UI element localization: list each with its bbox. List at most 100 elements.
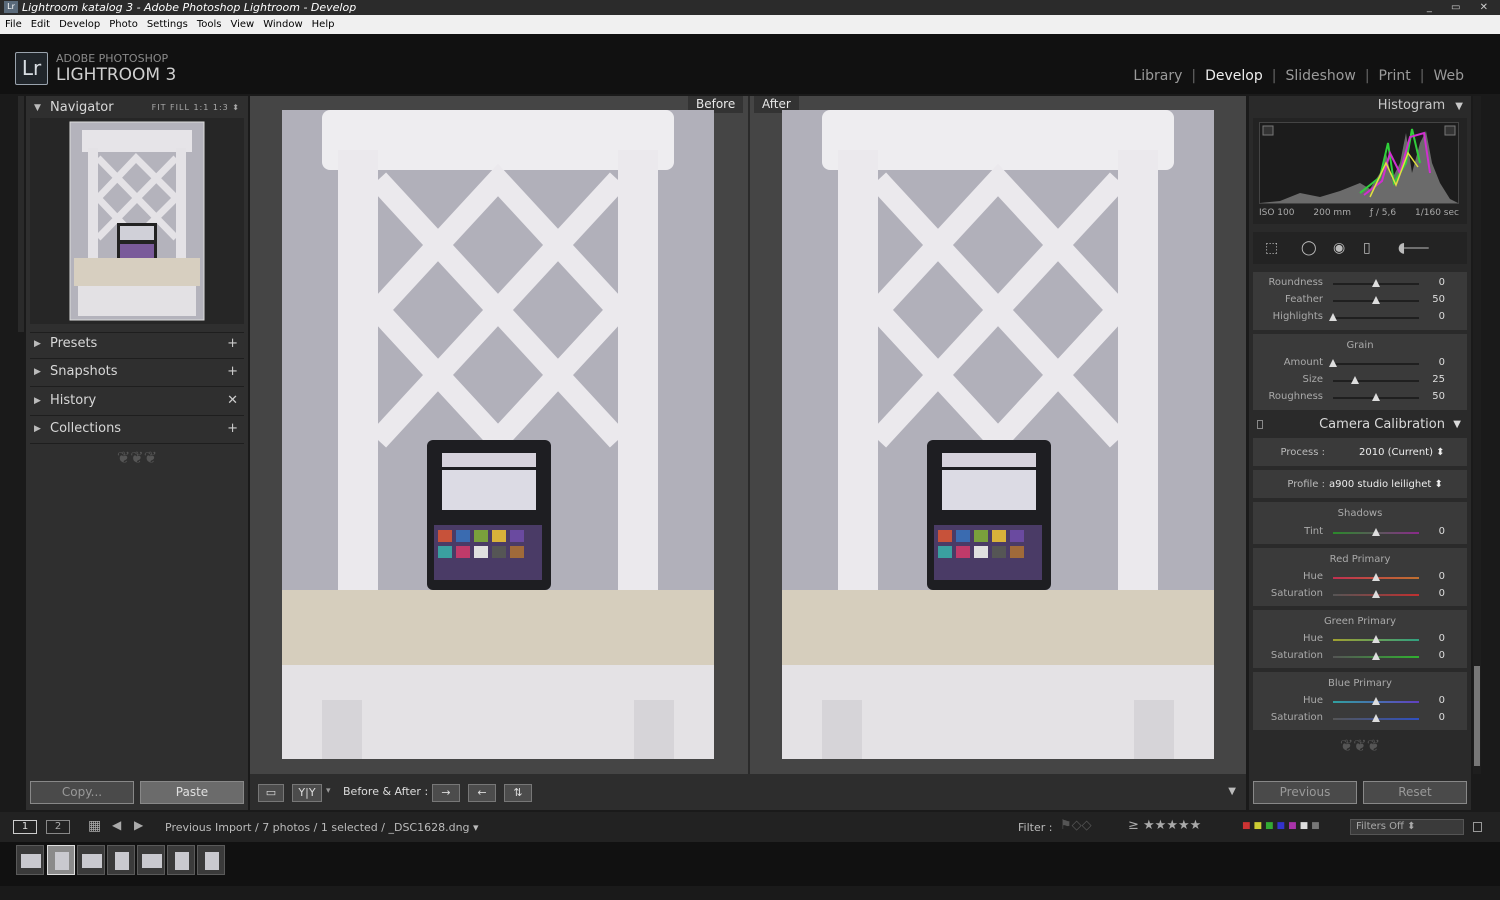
collections-panel-header[interactable]: ▶ Collections +: [26, 417, 248, 441]
slider-shadows-tint[interactable]: Tint 0: [1253, 524, 1467, 541]
menu-view[interactable]: View: [230, 15, 254, 34]
view-mode-dropdown-icon[interactable]: ▾: [326, 786, 331, 796]
slider-feather[interactable]: Feather 50: [1253, 292, 1467, 309]
filter-preset-select[interactable]: Filters Off ⬍: [1350, 819, 1464, 835]
slider-track[interactable]: [1333, 363, 1419, 365]
scrollbar-thumb[interactable]: [1474, 666, 1480, 766]
forward-arrow-icon[interactable]: ▶: [134, 818, 143, 832]
previous-button[interactable]: Previous: [1253, 781, 1357, 804]
add-snapshot-icon[interactable]: +: [227, 360, 238, 384]
histogram-header[interactable]: Histogram ▼: [1378, 96, 1463, 116]
slider-thumb[interactable]: [1372, 393, 1380, 401]
slider-thumb[interactable]: [1372, 697, 1380, 705]
menu-tools[interactable]: Tools: [197, 15, 222, 34]
module-develop[interactable]: Develop: [1205, 68, 1263, 84]
before-after-view-button[interactable]: Y|Y: [292, 784, 322, 802]
second-window-button[interactable]: 2: [46, 820, 70, 834]
filmstrip-thumbnail[interactable]: [137, 845, 165, 875]
slider-green-saturation[interactable]: Saturation 0: [1253, 648, 1467, 665]
slider-highlights[interactable]: Highlights 0: [1253, 309, 1467, 326]
main-window-button[interactable]: 1: [13, 820, 37, 834]
slider-value[interactable]: 0: [1439, 695, 1445, 706]
snapshots-panel-header[interactable]: ▶ Snapshots +: [26, 360, 248, 384]
slider-value[interactable]: 50: [1432, 391, 1445, 402]
swap-before-after-button[interactable]: ⇅: [504, 784, 532, 802]
copy-settings-button[interactable]: Copy...: [30, 781, 134, 804]
menu-edit[interactable]: Edit: [31, 15, 50, 34]
module-library[interactable]: Library: [1133, 68, 1182, 84]
filmstrip-thumbnail[interactable]: [16, 845, 44, 875]
profile-select[interactable]: a900 studio leilighet ⬍: [1329, 479, 1443, 490]
slider-value[interactable]: 0: [1439, 712, 1445, 723]
image-preview-area[interactable]: Before After: [250, 96, 1246, 774]
clear-history-icon[interactable]: ✕: [227, 389, 238, 413]
adjustment-brush-icon[interactable]: ◖——: [1398, 240, 1429, 256]
slider-value[interactable]: 25: [1432, 374, 1445, 385]
star-rating-filter[interactable]: ≥ ★★★★★: [1128, 818, 1201, 833]
right-panel-scrollbar[interactable]: [1473, 96, 1481, 774]
slider-value[interactable]: 0: [1439, 357, 1445, 368]
add-collection-icon[interactable]: +: [227, 417, 238, 441]
slider-thumb[interactable]: [1372, 279, 1380, 287]
loupe-view-button[interactable]: ▭: [258, 784, 284, 802]
slider-thumb[interactable]: [1329, 313, 1337, 321]
slider-thumb[interactable]: [1372, 296, 1380, 304]
history-panel-header[interactable]: ▶ History ✕: [26, 389, 248, 413]
module-print[interactable]: Print: [1379, 68, 1411, 84]
slider-thumb[interactable]: [1372, 528, 1380, 536]
slider-grain-roughness[interactable]: Roughness 50: [1253, 389, 1467, 406]
filmstrip-thumbnail[interactable]: [107, 845, 135, 875]
slider-value[interactable]: 0: [1439, 526, 1445, 537]
panel-toggle-switch-icon[interactable]: [1257, 420, 1263, 429]
spot-removal-icon[interactable]: ◯: [1301, 240, 1317, 256]
slider-thumb[interactable]: [1372, 652, 1380, 660]
navigator-header[interactable]: ▼ Navigator FIT FILL 1:1 1:3 ⬍: [26, 96, 248, 120]
slider-value[interactable]: 0: [1439, 633, 1445, 644]
left-panel-scrollbar[interactable]: [18, 96, 24, 332]
slider-value[interactable]: 0: [1439, 571, 1445, 582]
module-web[interactable]: Web: [1433, 68, 1464, 84]
slider-thumb[interactable]: [1372, 635, 1380, 643]
after-image[interactable]: [782, 110, 1214, 759]
slider-thumb[interactable]: [1372, 714, 1380, 722]
window-controls[interactable]: _ ▭ ✕: [1427, 0, 1496, 15]
camera-calibration-header[interactable]: Camera Calibration ▼: [1253, 414, 1467, 436]
slider-blue-saturation[interactable]: Saturation 0: [1253, 710, 1467, 727]
slider-thumb[interactable]: [1372, 573, 1380, 581]
menu-settings[interactable]: Settings: [147, 15, 188, 34]
slider-grain-amount[interactable]: Amount 0: [1253, 355, 1467, 372]
before-image[interactable]: [282, 110, 714, 759]
slider-value[interactable]: 0: [1439, 650, 1445, 661]
slider-red-hue[interactable]: Hue 0: [1253, 569, 1467, 586]
filmstrip-thumbnail[interactable]: [197, 845, 225, 875]
slider-roundness[interactable]: Roundness 0: [1253, 275, 1467, 292]
process-select[interactable]: 2010 (Current) ⬍: [1359, 447, 1445, 458]
slider-thumb[interactable]: [1350, 376, 1359, 384]
filmstrip-thumbnail[interactable]: [47, 845, 75, 875]
module-slideshow[interactable]: Slideshow: [1285, 68, 1355, 84]
slider-red-saturation[interactable]: Saturation 0: [1253, 586, 1467, 603]
presets-panel-header[interactable]: ▶ Presets +: [26, 332, 248, 356]
grid-view-icon[interactable]: ▦: [88, 818, 101, 834]
flag-filter-icons[interactable]: ⚑◇◇: [1060, 818, 1092, 833]
filmstrip-thumbnail[interactable]: [77, 845, 105, 875]
menu-develop[interactable]: Develop: [59, 15, 100, 34]
slider-value[interactable]: 0: [1439, 588, 1445, 599]
copy-after-to-before-button[interactable]: ←: [468, 784, 496, 802]
slider-value[interactable]: 50: [1432, 294, 1445, 305]
color-label-filter[interactable]: ■■■■■■■: [1242, 821, 1323, 831]
toolbar-options-dropdown-icon[interactable]: ▼: [1228, 786, 1236, 797]
add-preset-icon[interactable]: +: [227, 332, 238, 356]
back-arrow-icon[interactable]: ◀: [112, 818, 121, 832]
source-path-breadcrumb[interactable]: Previous Import / 7 photos / 1 selected …: [165, 821, 479, 834]
crop-overlay-icon[interactable]: ⬚: [1265, 240, 1278, 256]
navigator-zoom-options[interactable]: FIT FILL 1:1 1:3 ⬍: [152, 96, 240, 120]
graduated-filter-icon[interactable]: ▯: [1363, 240, 1371, 256]
paste-settings-button[interactable]: Paste: [140, 781, 244, 804]
slider-grain-size[interactable]: Size 25: [1253, 372, 1467, 389]
slider-thumb[interactable]: [1329, 359, 1337, 367]
filter-lock-icon[interactable]: [1473, 822, 1482, 832]
histogram-graph[interactable]: [1259, 122, 1459, 204]
slider-blue-hue[interactable]: Hue 0: [1253, 693, 1467, 710]
slider-track[interactable]: [1333, 380, 1419, 382]
